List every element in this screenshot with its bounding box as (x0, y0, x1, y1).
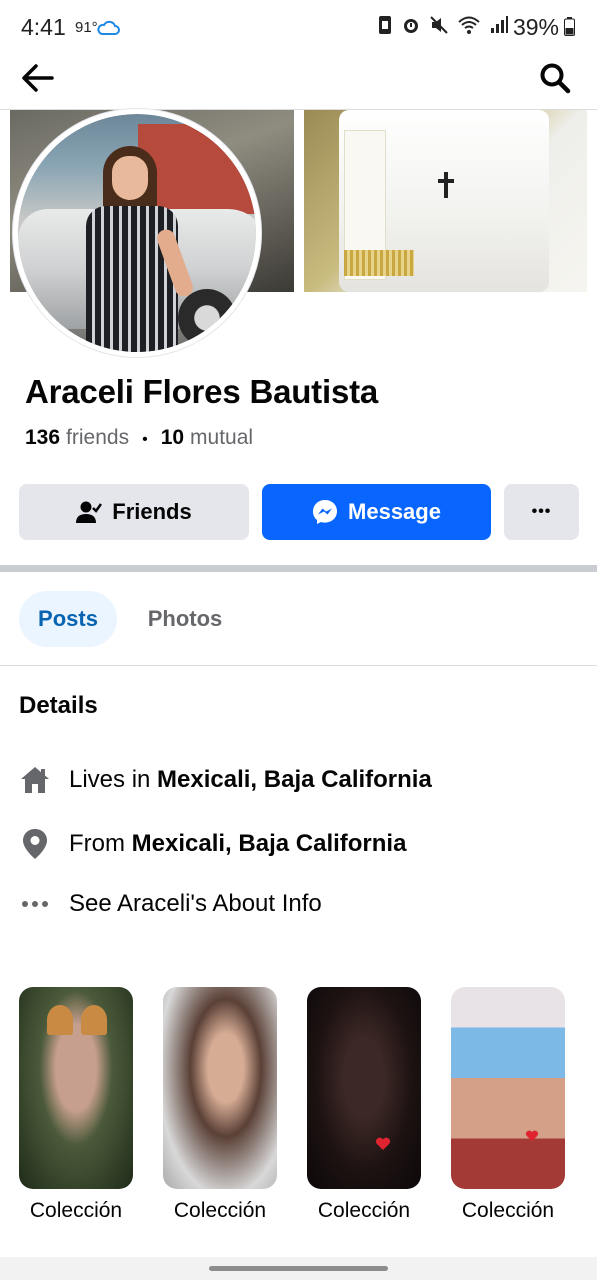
message-button-label: Message (348, 499, 441, 524)
see-about-info-label: See Araceli's About Info (69, 890, 322, 917)
collection-item[interactable]: Colección (19, 987, 133, 1223)
friends-button[interactable]: Friends (19, 484, 249, 540)
detail-from: From Mexicali, Baja California (19, 826, 406, 862)
search-button[interactable] (535, 58, 575, 98)
collection-item[interactable]: Colección (163, 987, 277, 1223)
status-bar: 4:41 91° 39% (0, 0, 597, 52)
home-icon (19, 764, 51, 796)
collection-thumbnail (307, 987, 421, 1189)
lives-place-link[interactable]: Mexicali, Baja California (157, 766, 432, 793)
battery-icon (564, 17, 575, 36)
message-button[interactable]: Message (262, 484, 491, 540)
collection-label: Colección (173, 1199, 267, 1222)
lives-prefix: Lives in (69, 766, 158, 793)
alarm-icon (404, 19, 418, 33)
friends-label: friends (66, 426, 130, 449)
see-about-info-link[interactable]: See Araceli's About Info (19, 886, 322, 922)
profile-photo (18, 114, 256, 352)
home-gesture-handle[interactable] (209, 1266, 388, 1271)
top-nav (0, 52, 597, 110)
mutual-count: 10 (160, 426, 185, 449)
search-icon (540, 63, 571, 94)
featured-collections: Colección Colección Colección Colección (0, 987, 597, 1227)
collection-label: Colección (317, 1199, 411, 1222)
more-dots-icon: ••• (531, 503, 552, 520)
nfc-icon (379, 16, 391, 34)
collection-thumbnail (163, 987, 277, 1189)
cloud-icon (97, 20, 120, 35)
system-navigation-bar (0, 1257, 597, 1280)
more-dots-icon (19, 888, 51, 920)
mute-icon (430, 16, 448, 34)
mutual-label: mutual (190, 426, 254, 449)
person-check-icon (76, 500, 103, 524)
arrow-left-icon (22, 64, 54, 92)
back-button[interactable] (17, 58, 57, 98)
status-time: 4:41 (21, 14, 66, 40)
collection-thumbnail (19, 987, 133, 1189)
wifi-icon (458, 16, 480, 34)
friends-button-label: Friends (112, 499, 192, 524)
tab-posts[interactable]: Posts (19, 591, 117, 647)
friends-count: 136 (25, 426, 61, 449)
status-icons (377, 15, 509, 35)
heart-emoji-icon (525, 1130, 539, 1142)
status-temperature: 91° (75, 19, 98, 36)
detail-lives-in: Lives in Mexicali, Baja California (19, 762, 432, 798)
profile-name: Araceli Flores Bautista (25, 373, 379, 410)
section-divider (0, 565, 597, 572)
collection-item[interactable]: Colección (307, 987, 421, 1223)
profile-tabs: Posts Photos (0, 572, 597, 666)
collection-label: Colección (29, 1199, 123, 1222)
cover-photo-right (304, 110, 587, 292)
separator-dot: • (142, 431, 148, 448)
collection-label: Colección (461, 1199, 555, 1222)
details-heading: Details (19, 692, 98, 719)
messenger-icon (312, 499, 338, 525)
more-options-button[interactable]: ••• (504, 484, 579, 540)
tab-photos[interactable]: Photos (130, 591, 240, 647)
profile-avatar[interactable] (13, 109, 261, 357)
collection-thumbnail (451, 987, 565, 1189)
from-place-link[interactable]: Mexicali, Baja California (132, 830, 407, 857)
friend-counts[interactable]: 136 friends • 10 mutual (25, 426, 253, 450)
from-prefix: From (69, 830, 132, 857)
cross-icon (438, 172, 454, 198)
location-pin-icon (19, 828, 51, 860)
battery-percent: 39% (512, 14, 559, 40)
collection-item[interactable]: Colección (451, 987, 565, 1223)
heart-emoji-icon (375, 1137, 391, 1150)
signal-icon (491, 16, 508, 33)
